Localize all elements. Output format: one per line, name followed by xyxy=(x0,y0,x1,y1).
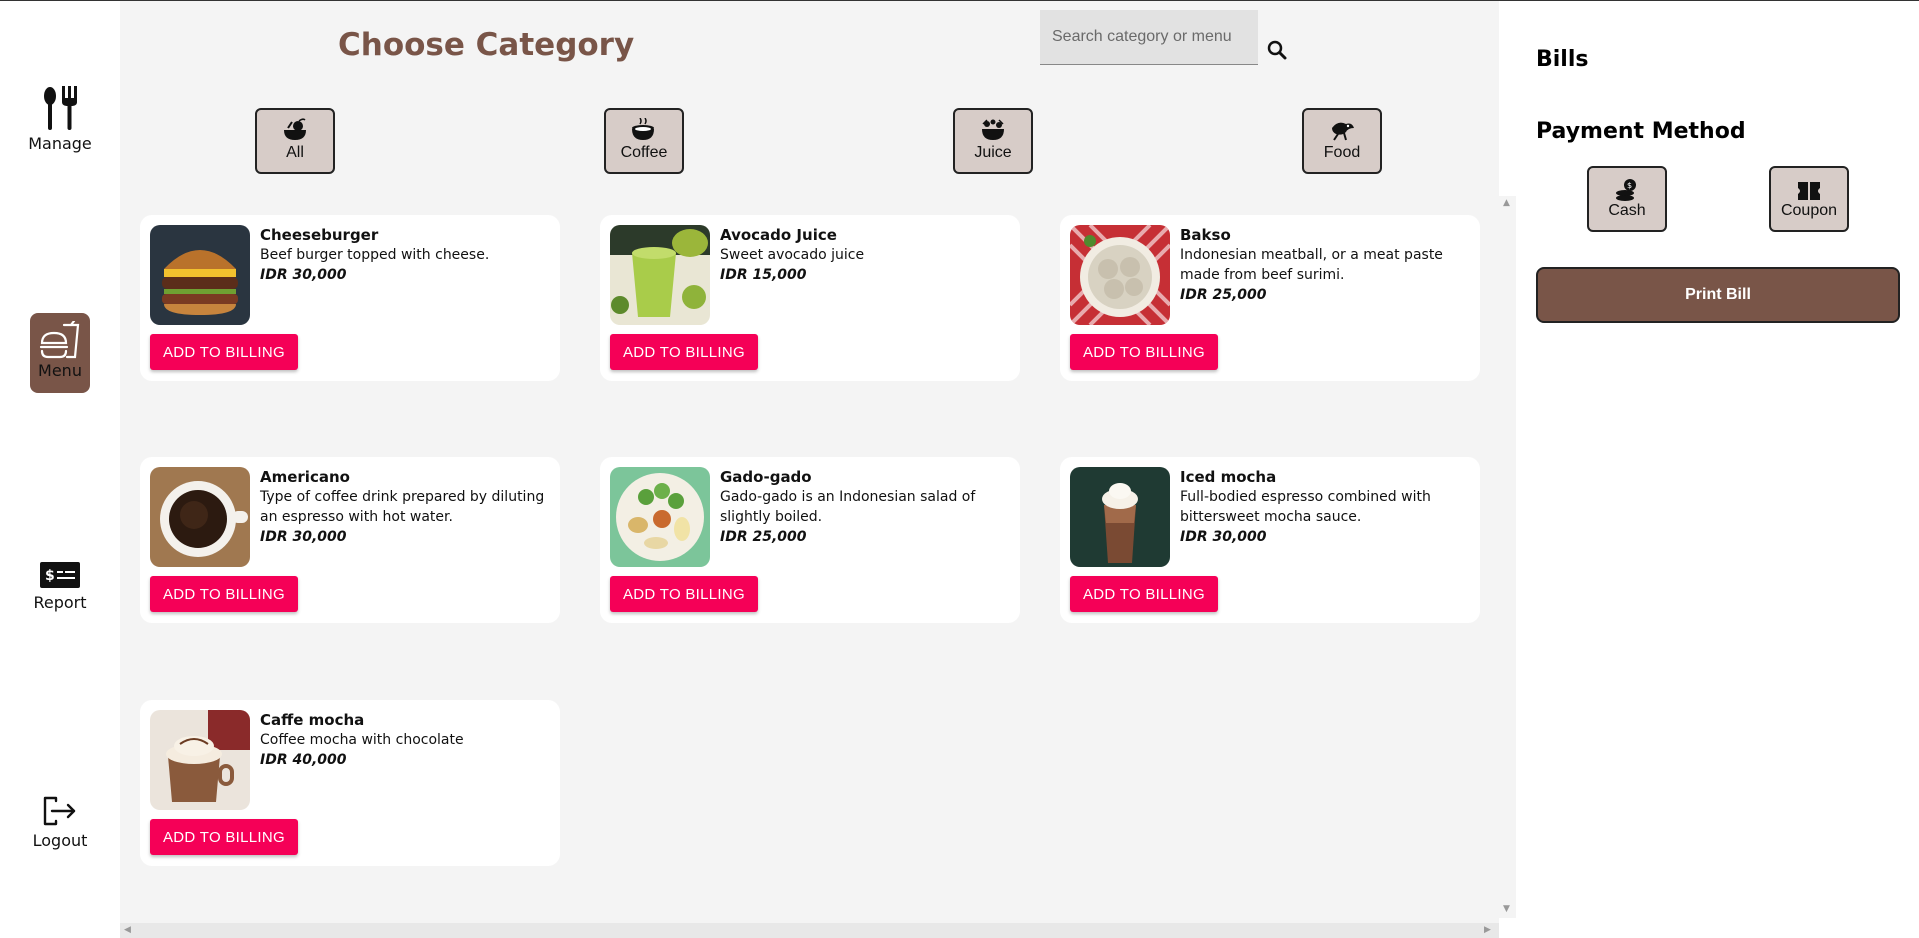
scroll-left-icon[interactable]: ◀ xyxy=(124,925,131,935)
scroll-right-icon[interactable]: ▶ xyxy=(1484,925,1491,935)
payment-cash-button[interactable]: $ Cash xyxy=(1587,166,1667,232)
item-description: Full-bodied espresso combined with bitte… xyxy=(1180,489,1431,525)
nav-logout-label: Logout xyxy=(32,831,88,850)
cheeseburger-image xyxy=(150,225,250,325)
add-to-billing-button[interactable]: ADD TO BILLING xyxy=(150,334,298,370)
item-name: Bakso xyxy=(1180,226,1231,244)
item-price: IDR 15,000 xyxy=(720,267,807,283)
scroll-up-icon[interactable]: ▲ xyxy=(1503,198,1510,208)
food-bowl-icon xyxy=(284,118,306,140)
print-bill-button[interactable]: Print Bill xyxy=(1536,267,1900,323)
payment-cash-label: Cash xyxy=(1608,202,1646,219)
nav-manage-label: Manage xyxy=(28,134,92,153)
category-all-label: All xyxy=(286,144,304,161)
cash-icon: $ xyxy=(1616,179,1636,201)
item-name: Iced mocha xyxy=(1180,468,1277,486)
item-description: Coffee mocha with chocolate xyxy=(260,732,464,748)
gado-gado-image xyxy=(610,467,710,567)
menu-card-avocado-juice: Avocado Juice Sweet avocado juice IDR 15… xyxy=(600,215,1020,381)
scroll-down-icon[interactable]: ▼ xyxy=(1503,904,1510,914)
nav-report-label: Report xyxy=(33,593,87,612)
item-description: Sweet avocado juice xyxy=(720,247,865,263)
item-price: IDR 30,000 xyxy=(260,267,347,283)
menu-card-iced-mocha: Iced mocha Full-bodied espresso combined… xyxy=(1060,457,1480,623)
item-price: IDR 25,000 xyxy=(720,529,807,545)
category-juice[interactable]: Juice xyxy=(953,108,1033,174)
item-name: Gado-gado xyxy=(720,468,812,486)
horizontal-scrollbar[interactable]: ◀ ▶ xyxy=(120,923,1499,938)
nav-menu[interactable]: Menu xyxy=(30,313,90,393)
item-price: IDR 25,000 xyxy=(1180,287,1267,303)
category-food[interactable]: Food xyxy=(1302,108,1382,174)
menu-grid: Cheeseburger Beef burger topped with che… xyxy=(140,215,1480,918)
item-name: Avocado Juice xyxy=(720,226,837,244)
item-price: IDR 30,000 xyxy=(260,529,347,545)
svg-text:$: $ xyxy=(45,568,55,584)
item-description: Type of coffee drink prepared by dilutin… xyxy=(260,489,545,525)
menu-card-cheeseburger: Cheeseburger Beef burger topped with che… xyxy=(140,215,560,381)
add-to-billing-button[interactable]: ADD TO BILLING xyxy=(610,334,758,370)
page-title: Choose Category xyxy=(338,27,635,63)
category-juice-label: Juice xyxy=(974,144,1012,161)
logout-icon xyxy=(43,796,76,826)
category-all[interactable]: All xyxy=(255,108,335,174)
bills-panel: Bills Payment Method $ Cash Coupon Print… xyxy=(1516,1,1919,938)
category-coffee-label: Coffee xyxy=(620,144,668,161)
bills-title: Bills xyxy=(1536,47,1589,72)
item-price: IDR 40,000 xyxy=(260,752,347,768)
nav-manage[interactable]: Manage xyxy=(0,86,120,153)
item-name: Americano xyxy=(260,468,350,486)
add-to-billing-button[interactable]: ADD TO BILLING xyxy=(610,576,758,612)
nav-report[interactable]: $ Report xyxy=(0,561,120,612)
caffe-mocha-image xyxy=(150,710,250,810)
item-price: IDR 30,000 xyxy=(1180,529,1267,545)
iced-mocha-image xyxy=(1070,467,1170,567)
payment-coupon-button[interactable]: Coupon xyxy=(1769,166,1849,232)
americano-image xyxy=(150,467,250,567)
item-description: Gado-gado is an Indonesian salad of slig… xyxy=(720,489,976,525)
main-content: Choose Category All Coffee Juice xyxy=(120,1,1516,938)
menu-card-caffe-mocha: Caffe mocha Coffee mocha with chocolate … xyxy=(140,700,560,866)
category-food-label: Food xyxy=(1323,144,1361,161)
search-input[interactable] xyxy=(1040,10,1258,65)
coffee-icon xyxy=(632,118,654,140)
nav-logout[interactable]: Logout xyxy=(0,795,120,850)
juice-icon xyxy=(982,119,1004,140)
item-description: Indonesian meatball, or a meat paste mad… xyxy=(1180,247,1443,283)
item-name: Cheeseburger xyxy=(260,226,379,244)
menu-card-bakso: Bakso Indonesian meatball, or a meat pas… xyxy=(1060,215,1480,381)
utensils-icon xyxy=(44,86,77,130)
vertical-scrollbar[interactable]: ▲ ▼ xyxy=(1499,196,1516,918)
item-description: Beef burger topped with cheese. xyxy=(260,247,490,263)
menu-card-americano: Americano Type of coffee drink prepared … xyxy=(140,457,560,623)
left-nav: Manage Menu $ Report Logout xyxy=(0,1,120,938)
fastfood-icon xyxy=(39,321,80,359)
add-to-billing-button[interactable]: ADD TO BILLING xyxy=(1070,334,1218,370)
add-to-billing-button[interactable]: ADD TO BILLING xyxy=(1070,576,1218,612)
bakso-image xyxy=(1070,225,1170,325)
dollar-bill-icon: $ xyxy=(40,562,80,588)
food-icon xyxy=(1332,122,1354,141)
svg-text:$: $ xyxy=(1627,181,1632,190)
add-to-billing-button[interactable]: ADD TO BILLING xyxy=(150,576,298,612)
menu-card-gado-gado: Gado-gado Gado-gado is an Indonesian sal… xyxy=(600,457,1020,623)
payment-coupon-label: Coupon xyxy=(1780,202,1838,219)
item-name: Caffe mocha xyxy=(260,711,365,729)
avocado-juice-image xyxy=(610,225,710,325)
payment-method-title: Payment Method xyxy=(1536,119,1746,144)
add-to-billing-button[interactable]: ADD TO BILLING xyxy=(150,819,298,855)
coupon-icon xyxy=(1798,182,1820,200)
category-coffee[interactable]: Coffee xyxy=(604,108,684,174)
search-icon[interactable] xyxy=(1266,39,1288,61)
nav-menu-label: Menu xyxy=(38,361,82,380)
